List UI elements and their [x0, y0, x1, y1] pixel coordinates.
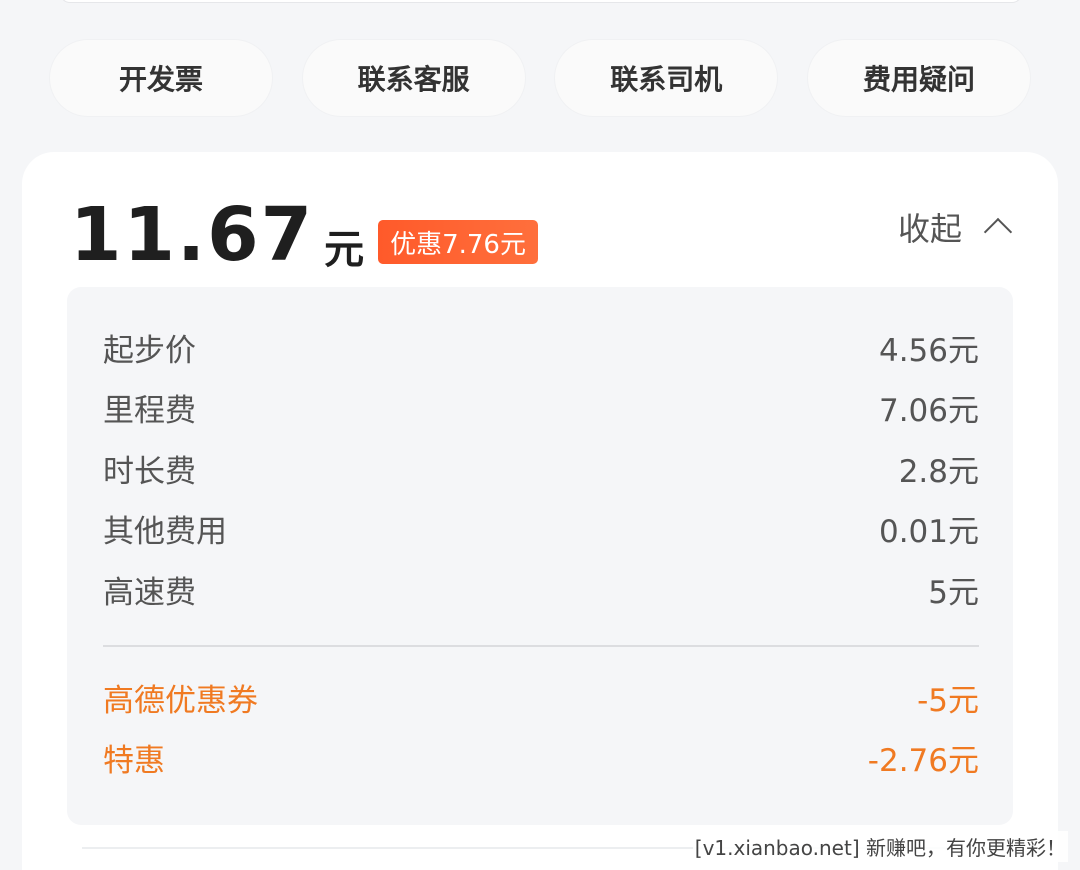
fee-question-button[interactable]: 费用疑问 — [807, 40, 1030, 116]
fee-value: 4.56元 — [878, 332, 979, 369]
fee-row: 其他费用 0.01元 — [103, 499, 979, 560]
discount-list: 高德优惠券 -5元 特惠 -2.76元 — [103, 667, 979, 788]
discount-name: 特惠 — [103, 743, 165, 780]
chevron-up-icon — [983, 217, 1013, 247]
contact-driver-button[interactable]: 联系司机 — [555, 40, 778, 116]
discount-value: -5元 — [917, 682, 979, 719]
fee-row: 高速费 5元 — [103, 559, 979, 620]
collapse-toggle[interactable]: 收起 — [897, 204, 1013, 250]
discount-row: 高德优惠券 -5元 — [103, 667, 979, 728]
fee-name: 高速费 — [103, 574, 196, 611]
discount-value: -2.76元 — [867, 743, 979, 780]
total-amount: 11.67 — [70, 192, 315, 278]
price-summary: 11.67 元 优惠7.76元 — [70, 192, 538, 272]
fee-list: 起步价 4.56元 里程费 7.06元 时长费 2.8元 其他费用 0.01元 … — [103, 317, 979, 620]
fee-row: 时长费 2.8元 — [103, 438, 979, 499]
currency-unit: 元 — [324, 227, 365, 273]
discount-row: 特惠 -2.76元 — [103, 728, 979, 789]
watermark-text: [v1.xianbao.net] 新赚吧，有你更精彩！ — [692, 831, 1068, 862]
invoice-button[interactable]: 开发票 — [50, 40, 272, 116]
fee-detail-box: 起步价 4.56元 里程费 7.06元 时长费 2.8元 其他费用 0.01元 … — [67, 287, 1013, 825]
order-fee-page: 开发票 联系客服 联系司机 费用疑问 11.67 元 优惠7.76元 收起 起步… — [0, 0, 1080, 870]
fee-value: 0.01元 — [878, 514, 979, 551]
contact-service-button[interactable]: 联系客服 — [302, 40, 525, 116]
fee-row: 里程费 7.06元 — [103, 378, 979, 439]
fee-value: 2.8元 — [898, 453, 979, 490]
fee-name: 里程费 — [103, 393, 196, 430]
fee-card: 11.67 元 优惠7.76元 收起 起步价 4.56元 里程费 7.06元 时… — [22, 152, 1058, 870]
fee-name: 其他费用 — [103, 514, 227, 551]
divider — [103, 645, 979, 647]
fee-name: 起步价 — [103, 332, 196, 369]
action-bar: 开发票 联系客服 联系司机 费用疑问 — [50, 40, 1030, 116]
collapse-label: 收起 — [897, 210, 962, 248]
fee-value: 5元 — [928, 574, 979, 611]
discount-badge: 优惠7.76元 — [378, 220, 538, 264]
fee-name: 时长费 — [103, 453, 196, 490]
fee-value: 7.06元 — [878, 393, 979, 430]
fee-row: 起步价 4.56元 — [103, 317, 979, 378]
discount-name: 高德优惠券 — [103, 682, 258, 719]
previous-card-edge — [60, 0, 1022, 3]
